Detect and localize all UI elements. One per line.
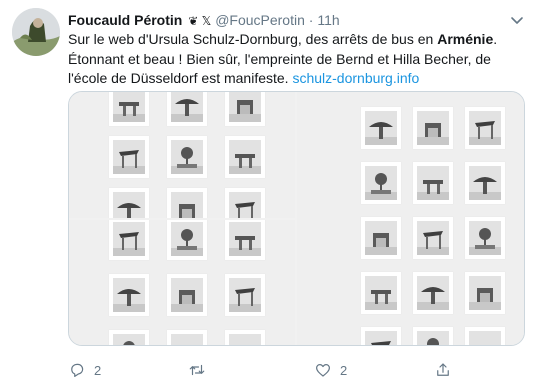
timestamp[interactable]: 11h <box>317 12 339 28</box>
photo-thumbnail <box>225 92 265 126</box>
like-button[interactable]: 2 <box>314 360 347 380</box>
tweet-text-bold: Arménie <box>437 31 494 47</box>
photo-thumbnail <box>361 217 401 259</box>
photo-thumbnail <box>167 136 207 178</box>
photo-thumbnail <box>465 162 505 204</box>
author-name[interactable]: Foucauld Pérotin <box>68 12 182 28</box>
tweet-text-line1-end: . <box>493 31 498 47</box>
photo-thumbnail <box>225 136 265 178</box>
avatar[interactable] <box>12 8 60 56</box>
share-icon <box>437 363 449 376</box>
photo-thumbnail <box>167 188 207 218</box>
photo-thumbnail <box>225 330 265 345</box>
photo-thumbnail <box>109 330 149 345</box>
tweet-link[interactable]: schulz-dornburg.info <box>292 70 419 86</box>
photo-thumbnail <box>465 217 505 259</box>
photo-thumbnail <box>361 272 401 314</box>
separator: · <box>308 12 314 28</box>
tweet-text: Sur le web d'Ursula Schulz-Dornburg, des… <box>68 30 528 89</box>
photo-thumbnail <box>361 162 401 204</box>
author-handle[interactable]: @FoucPerotin <box>215 12 305 28</box>
media-image-3[interactable] <box>297 92 524 345</box>
photo-thumbnail <box>413 327 453 345</box>
photo-thumbnail <box>109 220 149 260</box>
photo-thumbnail <box>465 107 505 149</box>
photo-thumbnail <box>413 107 453 149</box>
photo-thumbnail <box>465 327 505 345</box>
photo-thumbnail <box>361 327 401 345</box>
photo-thumbnail <box>167 92 207 126</box>
like-count: 2 <box>340 362 348 378</box>
share-button[interactable] <box>434 360 460 380</box>
photo-thumbnail <box>225 274 265 316</box>
name-emoji: ❦ 𝕏 <box>188 14 212 28</box>
reply-button[interactable]: 2 <box>68 360 101 380</box>
photo-thumbnail <box>225 220 265 260</box>
like-icon <box>316 364 330 377</box>
photo-thumbnail <box>109 92 149 126</box>
tweet-text-line1-start: Sur le web d'Ursula Schulz-Dornburg, des… <box>68 31 438 47</box>
chevron-down-icon[interactable] <box>509 12 525 28</box>
media-image-2[interactable] <box>69 220 295 345</box>
media-image-1[interactable] <box>69 92 295 218</box>
photo-thumbnail <box>413 162 453 204</box>
tweet-text-line2: Étonnant et beau ! Bien sûr, l'empreinte… <box>68 50 491 87</box>
photo-thumbnail <box>109 188 149 218</box>
photo-thumbnail <box>167 274 207 316</box>
retweet-button[interactable] <box>188 360 214 380</box>
photo-thumbnail <box>167 330 207 345</box>
photo-thumbnail <box>413 272 453 314</box>
retweet-icon <box>189 364 205 376</box>
photo-thumbnail <box>109 274 149 316</box>
tweet-header: Foucauld Pérotin ❦ 𝕏 @FoucPerotin · 11h <box>68 10 531 30</box>
media-grid[interactable] <box>68 91 525 346</box>
photo-thumbnail <box>225 188 265 218</box>
photo-thumbnail <box>465 272 505 314</box>
tweet[interactable]: Foucauld Pérotin ❦ 𝕏 @FoucPerotin · 11h … <box>0 0 539 390</box>
photo-thumbnail <box>109 136 149 178</box>
photo-thumbnail <box>167 220 207 260</box>
tweet-actions: 2 2 <box>68 360 508 380</box>
reply-count: 2 <box>94 362 102 378</box>
reply-icon <box>71 363 84 377</box>
photo-thumbnail <box>361 107 401 149</box>
photo-thumbnail <box>413 217 453 259</box>
